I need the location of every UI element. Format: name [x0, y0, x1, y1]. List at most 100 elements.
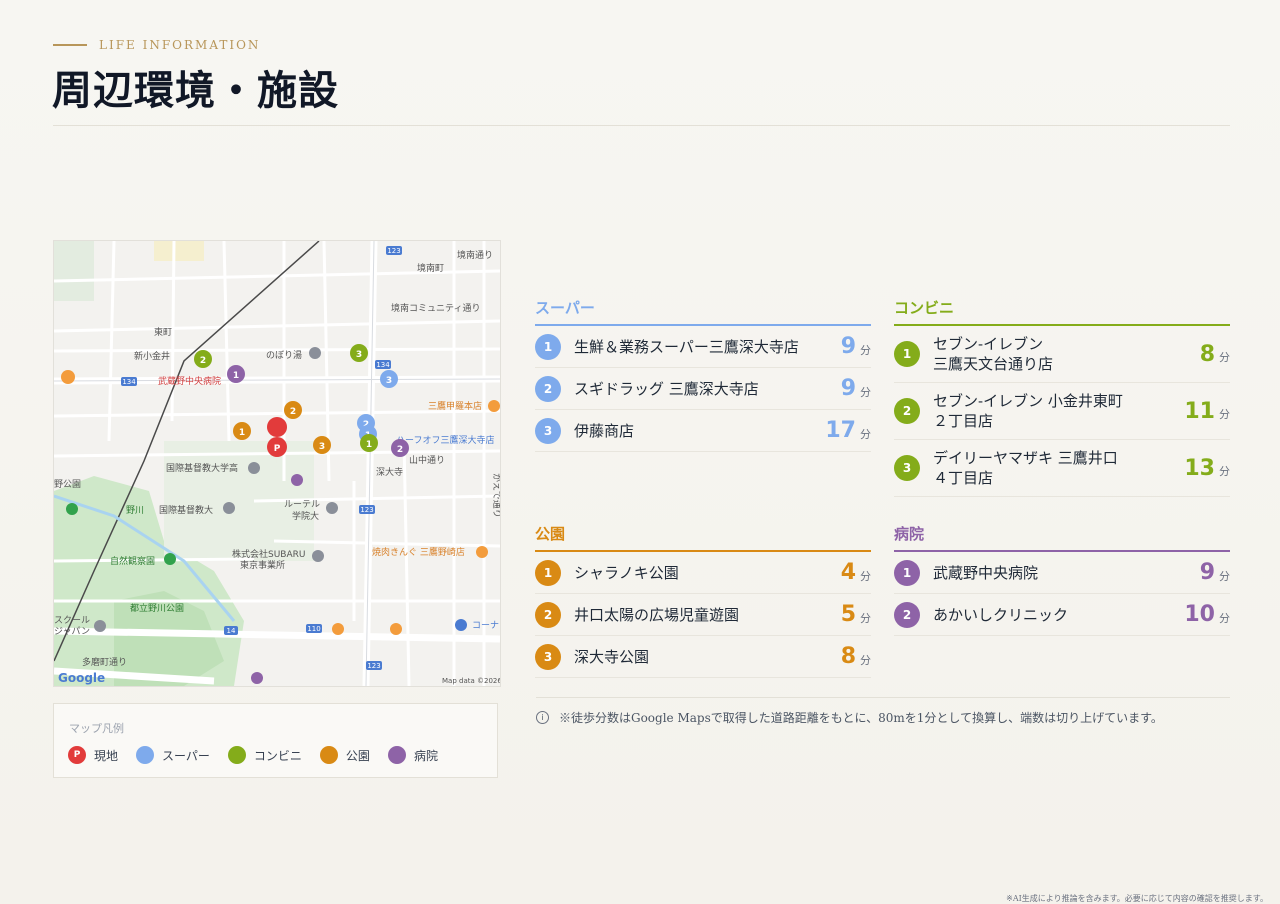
route-shield: 123: [387, 247, 400, 255]
map-label: 深大寺: [376, 466, 403, 478]
map-label: 境南通り: [457, 249, 493, 261]
info-icon: i: [536, 711, 549, 724]
eyebrow-rule: [53, 44, 87, 46]
route-shield: 110: [307, 625, 320, 633]
facility-name: セブン-イレブン 三鷹天文台通り店: [933, 335, 1054, 373]
svg-text:3: 3: [356, 350, 362, 360]
map-label: 境南町: [417, 262, 444, 274]
facility-name: あかいしクリニック: [933, 605, 1069, 624]
super-dot-icon: [136, 746, 155, 764]
svg-text:2: 2: [200, 356, 206, 366]
map-label: 国際基督教大学高: [166, 462, 238, 474]
walk-minutes: 17: [825, 418, 856, 443]
svg-text:3: 3: [386, 376, 392, 386]
minutes-unit: 分: [860, 611, 871, 625]
facility-name: 武蔵野中央病院: [933, 563, 1039, 582]
page-title: 周辺環境・施設: [52, 67, 339, 114]
map-label: 山中通り: [409, 454, 445, 466]
site-pin-icon: P: [68, 746, 86, 764]
walk-minutes: 8: [840, 644, 856, 669]
route-shield: 123: [367, 662, 380, 670]
list-item: 3 伊藤商店 17 分: [535, 410, 871, 452]
walk-minutes: 13: [1184, 455, 1215, 481]
list-item: 2 井口太陽の広場児童遊園 5 分: [535, 594, 871, 636]
eyebrow-text: LIFE INFORMATION: [99, 38, 261, 52]
list-item: 2 スギドラッグ 三鷹深大寺店 9 分: [535, 368, 871, 410]
legend-item-conv: コンビニ: [227, 746, 302, 764]
map-label: かえで通り: [491, 473, 500, 518]
facility-name: 生鮮＆業務スーパー三鷹深大寺店: [574, 337, 799, 356]
facility-name: セブン-イレブン 小金井東町 ２丁目店: [933, 392, 1123, 430]
map-label: 自然観察園: [110, 555, 155, 567]
legend-label: 現地: [94, 748, 119, 763]
map-label: 新小金井: [134, 350, 170, 362]
map-label: 学院大: [292, 510, 319, 522]
category-title: 病院: [894, 523, 1230, 552]
area-map[interactable]: 123 134 134 123 14 110 123 東町 新小金井 のぼり湯 …: [53, 240, 501, 687]
list-item: 3 深大寺公園 8 分: [535, 636, 871, 678]
walk-minutes: 9: [840, 334, 856, 359]
rank-badge: 2: [894, 398, 920, 424]
walk-minutes: 9: [1199, 560, 1215, 585]
rank-badge: 1: [894, 559, 920, 586]
category-title: スーパー: [535, 297, 871, 326]
map-label: 野川: [126, 505, 144, 516]
svg-text:2: 2: [290, 407, 296, 417]
walk-minutes: 4: [840, 560, 856, 585]
map-label: 野公園: [54, 479, 81, 490]
rank-badge: 2: [535, 601, 561, 628]
legend-item-park: 公園: [319, 746, 370, 764]
route-shield: 134: [122, 378, 136, 386]
minutes-unit: 分: [860, 653, 871, 667]
eyebrow: LIFE INFORMATION: [53, 38, 260, 52]
svg-text:1: 1: [239, 428, 245, 438]
minutes-unit: 分: [1219, 408, 1230, 421]
category-title: コンビニ: [894, 297, 1230, 326]
svg-text:2: 2: [397, 445, 403, 455]
map-label: 東京事業所: [240, 559, 285, 571]
map-label: 境南コミュニティ通り: [391, 302, 480, 314]
campus-area: [154, 241, 204, 261]
minutes-unit: 分: [1219, 611, 1230, 625]
list-item: 2 セブン-イレブン 小金井東町 ２丁目店 11 分: [894, 383, 1230, 440]
route-shield: 123: [360, 506, 373, 514]
map-label: 都立野川公園: [130, 602, 184, 614]
map-label: 三鷹甲羅本店: [428, 400, 482, 412]
rank-badge: 2: [894, 601, 920, 628]
rank-badge: 3: [894, 455, 920, 481]
walk-minutes: 9: [840, 376, 856, 401]
list-item: 1 生鮮＆業務スーパー三鷹深大寺店 9 分: [535, 326, 871, 368]
facility-name: シャラノキ公園: [574, 563, 679, 582]
minutes-unit: 分: [1219, 465, 1230, 478]
map-label: 焼肉きんぐ 三鷹野崎店: [372, 546, 465, 558]
minutes-unit: 分: [860, 427, 871, 441]
facility-name: デイリーヤマザキ 三鷹井口 ４丁目店: [933, 449, 1118, 487]
map-attribution: Map data ©2026: [442, 677, 500, 685]
legend-title: マップ凡例: [69, 722, 124, 735]
route-shield: 14: [227, 627, 236, 635]
minutes-unit: 分: [860, 569, 871, 583]
map-label: 東町: [154, 326, 172, 338]
conv-dot-icon: [227, 746, 246, 764]
category-title: 公園: [535, 523, 871, 552]
hospital-dot-icon: [387, 746, 406, 764]
map-label: 多磨町通り: [82, 656, 127, 668]
svg-text:1: 1: [233, 371, 239, 381]
category-park: 公園 1 シャラノキ公園 4 分 2 井口太陽の広場児童遊園 5 分 3 深大寺…: [535, 523, 871, 678]
rank-badge: 1: [535, 559, 561, 586]
rank-badge: 1: [894, 341, 920, 367]
minutes-unit: 分: [1219, 351, 1230, 364]
map-label: 国際基督教大: [159, 504, 213, 516]
svg-text:1: 1: [366, 440, 372, 450]
rank-badge: 3: [535, 643, 561, 670]
facility-name: 伊藤商店: [574, 421, 635, 440]
route-shield: 134: [376, 361, 390, 369]
map-label: ハーフオフ三鷹深大寺店: [396, 434, 494, 446]
list-item: 2 あかいしクリニック 10 分: [894, 594, 1230, 636]
list-item: 1 武蔵野中央病院 9 分: [894, 552, 1230, 594]
facility-name: 深大寺公園: [574, 647, 650, 666]
map-label: ジャパン: [54, 626, 90, 637]
map-label: 株式会社SUBARU: [232, 548, 305, 560]
campus-area: [54, 241, 94, 301]
legend-label: 病院: [413, 748, 438, 763]
